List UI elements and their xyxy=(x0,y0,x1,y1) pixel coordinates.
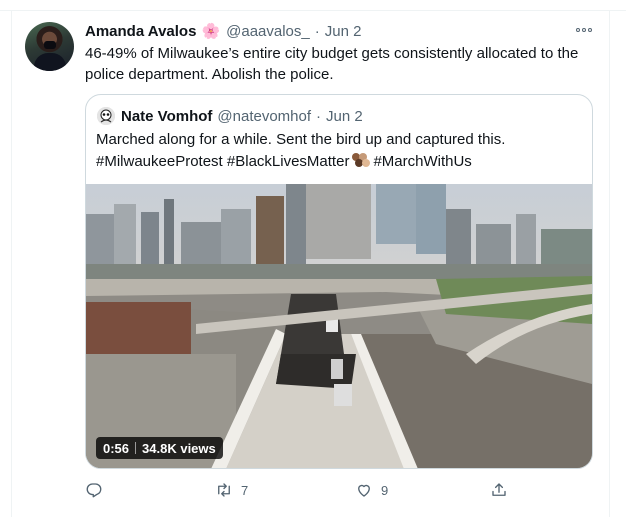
badge-divider xyxy=(135,442,137,454)
raised-fists-emoji xyxy=(352,153,371,167)
like-button[interactable]: 9 xyxy=(355,478,388,502)
heart-icon xyxy=(358,484,370,497)
separator-dot: · xyxy=(314,22,320,40)
author-handle[interactable]: @aaavalos_ xyxy=(226,23,310,40)
hashtags-a[interactable]: #MilwaukeeProtest #BlackLivesMatter xyxy=(96,153,349,170)
more-horizontal-icon[interactable] xyxy=(576,23,592,37)
video-views: 34.8K views xyxy=(142,440,216,456)
left-divider xyxy=(11,10,12,517)
retweet-icon xyxy=(218,483,230,497)
quoted-text: Marched along for a while. Sent the bird… xyxy=(96,129,586,173)
retweet-button[interactable]: 7 xyxy=(215,478,248,502)
author-name[interactable]: Amanda Avalos xyxy=(85,23,196,40)
hashtags-b[interactable]: #MarchWithUs xyxy=(373,153,471,170)
top-divider xyxy=(0,10,626,11)
video-frame xyxy=(86,184,592,468)
retweet-count: 7 xyxy=(241,482,249,498)
quoted-tweet[interactable]: Nate Vomhof @natevomhof · Jun 2 Marched … xyxy=(85,94,593,469)
author-avatar[interactable] xyxy=(25,22,74,71)
like-count: 9 xyxy=(381,482,389,498)
quoted-header: Nate Vomhof @natevomhof · Jun 2 xyxy=(121,106,363,126)
quoted-author-avatar[interactable] xyxy=(97,107,115,125)
video-duration: 0:56 xyxy=(103,440,130,456)
video-player[interactable]: 0:56 34.8K views xyxy=(86,184,592,468)
avatar-figure xyxy=(34,53,66,71)
tweet-text: 46-49% of Milwaukee’s entire city budget… xyxy=(85,45,579,83)
tweet-actions: 7 9 xyxy=(85,478,595,502)
share-icon xyxy=(492,483,506,496)
quoted-separator-dot: · xyxy=(316,107,322,125)
quoted-date[interactable]: Jun 2 xyxy=(326,108,363,125)
share-button[interactable] xyxy=(490,478,508,502)
avatar-mask xyxy=(44,41,56,49)
quoted-author-handle[interactable]: @natevomhof xyxy=(217,108,311,125)
quoted-text-line2: #MilwaukeeProtest #BlackLivesMatter #Marc… xyxy=(96,151,586,173)
video-stats-badge: 0:56 34.8K views xyxy=(96,437,223,459)
quoted-text-line1: Marched along for a while. Sent the bird… xyxy=(96,131,506,148)
reply-button[interactable] xyxy=(85,478,111,502)
reply-icon xyxy=(86,483,102,498)
tweet-header: Amanda Avalos 🌸 @aaavalos_ · Jun 2 xyxy=(85,21,361,41)
flower-emoji: 🌸 xyxy=(201,23,221,40)
tweet-date[interactable]: Jun 2 xyxy=(325,23,362,40)
right-divider xyxy=(609,10,610,517)
quoted-author-name[interactable]: Nate Vomhof xyxy=(121,108,212,125)
